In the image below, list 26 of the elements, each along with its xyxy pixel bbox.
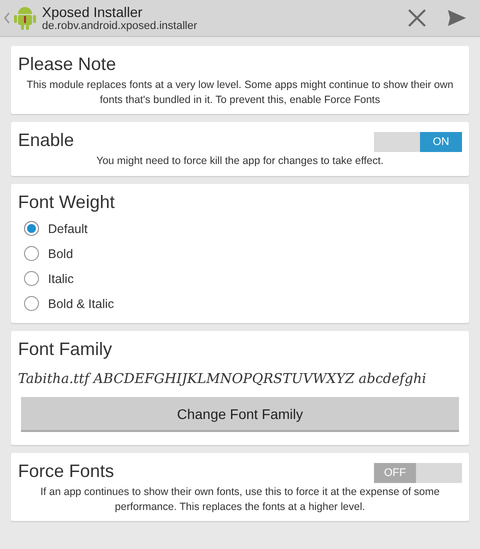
change-font-button[interactable]: Change Font Family	[21, 397, 459, 432]
card-title: Font Family	[18, 339, 114, 360]
app-title: Xposed Installer	[42, 4, 144, 20]
radio-button[interactable]	[24, 271, 39, 286]
switch-knob: ON	[420, 132, 462, 152]
card-title: Enable	[18, 130, 74, 152]
radio-button[interactable]	[24, 221, 39, 236]
card-title: Please Note	[18, 54, 118, 75]
card-description: If an app continues to show their own fonts, use this to force it at the expense of some performance. This replaces the fonts at a higher level.	[39, 485, 441, 514]
package-name: de.robv.android.xposed.installer	[42, 20, 198, 32]
radio-button[interactable]	[24, 246, 39, 262]
radio-label[interactable]: Bold	[48, 246, 74, 261]
card-title: Force Fonts	[18, 461, 114, 482]
radio-label[interactable]: Default	[48, 222, 88, 236]
back-chevron-icon[interactable]	[4, 12, 10, 24]
radio-label[interactable]: Bold & Italic	[48, 296, 114, 311]
send-icon[interactable]	[448, 10, 466, 26]
radio-label[interactable]: Italic	[48, 272, 74, 286]
switch-knob: OFF	[374, 463, 416, 484]
radio-button[interactable]	[24, 296, 39, 312]
robot-icon[interactable]	[13, 5, 37, 31]
card-description: You might need to force kill the app for changes to take effect.	[95, 154, 385, 170]
card-title: Font Weight	[18, 192, 116, 214]
close-icon[interactable]	[408, 9, 426, 27]
font-sample: Tabitha.ttf ABCDEFGHIJKLMNOPQRSTUVWXYZ abcdefghi	[18, 371, 428, 388]
card-description: This module replaces fonts at a very low level. Some apps might continue to show their own fonts that's bundled in it. To prevent this, enable Force Fonts	[26, 78, 454, 108]
